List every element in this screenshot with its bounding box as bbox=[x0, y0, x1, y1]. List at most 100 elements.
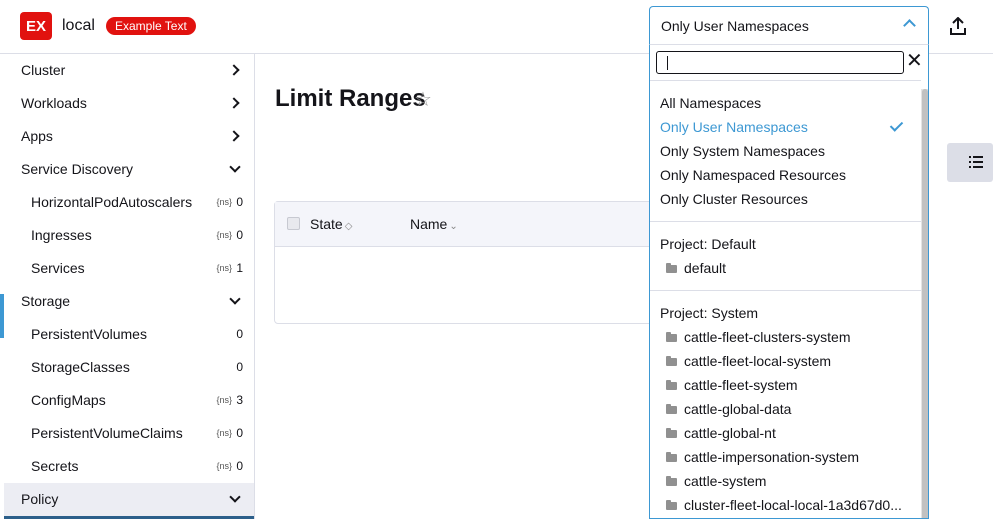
namespace-dropdown-menu: ✕ All Namespaces Only User Namespaces On… bbox=[649, 44, 929, 519]
namespaced-icon: {ns} bbox=[216, 197, 232, 207]
namespace-item[interactable]: cattle-fleet-clusters-system bbox=[666, 329, 850, 345]
nav-label: HorizontalPodAutoscalers bbox=[31, 194, 193, 210]
cluster-badge: Example Text bbox=[106, 17, 196, 35]
column-header-name[interactable]: Name ⌄ bbox=[410, 216, 458, 232]
dropdown-scrollbar[interactable] bbox=[921, 89, 928, 518]
namespace-item[interactable]: default bbox=[666, 260, 726, 276]
resource-count: 0 bbox=[236, 195, 243, 209]
resource-count: 0 bbox=[236, 228, 243, 242]
chevron-down-icon bbox=[229, 293, 241, 305]
list-view-button[interactable] bbox=[947, 143, 993, 182]
namespace-option-all[interactable]: All Namespaces bbox=[660, 95, 761, 111]
namespace-label: cluster-fleet-local-local-1a3d67d0... bbox=[684, 497, 902, 513]
namespace-item[interactable]: cattle-fleet-system bbox=[666, 377, 798, 393]
resource-count: 0 bbox=[236, 327, 243, 341]
nav-label: Policy bbox=[21, 491, 59, 507]
namespace-label: cattle-fleet-system bbox=[684, 377, 798, 393]
resource-count: 0 bbox=[236, 360, 243, 374]
namespace-filter-value: Only User Namespaces bbox=[661, 18, 809, 34]
side-navigation: Cluster Workloads Apps Service Discovery… bbox=[0, 54, 255, 519]
resource-count: 3 bbox=[236, 393, 243, 407]
star-icon[interactable]: ☆ bbox=[414, 87, 432, 112]
nav-label: Storage bbox=[21, 293, 71, 309]
text-cursor bbox=[667, 56, 668, 70]
scrollbar-thumb[interactable] bbox=[922, 89, 928, 518]
nav-label: Services bbox=[31, 260, 85, 276]
select-all-checkbox[interactable] bbox=[287, 217, 300, 230]
chevron-down-icon bbox=[229, 491, 241, 503]
upload-icon bbox=[950, 17, 966, 35]
namespace-label: cattle-fleet-clusters-system bbox=[684, 329, 851, 345]
namespace-label: cattle-global-data bbox=[684, 401, 792, 417]
nav-group-cluster[interactable]: Cluster bbox=[4, 54, 254, 87]
nav-item-services[interactable]: Services {ns} 1 bbox=[4, 252, 254, 285]
namespace-option-cluster[interactable]: Only Cluster Resources bbox=[660, 191, 808, 207]
nav-item-storageclasses[interactable]: StorageClasses 0 bbox=[4, 351, 254, 384]
namespace-item[interactable]: cattle-system bbox=[666, 473, 766, 489]
table-header: State ◇ Name ⌄ bbox=[275, 202, 653, 247]
folder-icon bbox=[666, 404, 677, 414]
namespaced-icon: {ns} bbox=[216, 395, 232, 405]
nav-item-configmaps[interactable]: ConfigMaps {ns} 3 bbox=[4, 384, 254, 417]
nav-label: Apps bbox=[21, 128, 53, 144]
chevron-right-icon bbox=[228, 130, 240, 142]
divider bbox=[650, 80, 921, 81]
namespaced-icon: {ns} bbox=[216, 230, 232, 240]
folder-icon bbox=[666, 263, 677, 273]
import-yaml-button[interactable] bbox=[946, 12, 970, 40]
namespace-item[interactable]: cattle-impersonation-system bbox=[666, 449, 859, 465]
nav-group-apps[interactable]: Apps bbox=[4, 120, 254, 153]
close-icon[interactable]: ✕ bbox=[906, 50, 923, 72]
resource-table: State ◇ Name ⌄ bbox=[274, 201, 654, 324]
resource-count: 0 bbox=[236, 459, 243, 473]
nav-item-persistentvolumeclaims[interactable]: PersistentVolumeClaims {ns} 0 bbox=[4, 417, 254, 450]
namespace-option-system[interactable]: Only System Namespaces bbox=[660, 143, 825, 159]
namespace-search-input[interactable] bbox=[656, 51, 904, 74]
chevron-down-icon bbox=[229, 161, 241, 173]
nav-label: Workloads bbox=[21, 95, 87, 111]
chevron-right-icon bbox=[228, 97, 240, 109]
sort-icon: ◇ bbox=[344, 221, 353, 232]
project-group-label[interactable]: Project: System bbox=[660, 305, 758, 321]
namespace-item[interactable]: cattle-fleet-local-system bbox=[666, 353, 831, 369]
column-header-state[interactable]: State ◇ bbox=[310, 216, 352, 232]
folder-icon bbox=[666, 476, 677, 486]
nav-group-service-discovery[interactable]: Service Discovery bbox=[4, 153, 254, 186]
nav-item-secrets[interactable]: Secrets {ns} 0 bbox=[4, 450, 254, 483]
page-title: Limit Ranges bbox=[275, 85, 426, 112]
nav-label: Service Discovery bbox=[21, 161, 134, 177]
folder-icon bbox=[666, 500, 677, 510]
nav-label: Cluster bbox=[21, 62, 66, 78]
cluster-name: local bbox=[62, 17, 95, 34]
project-group-label[interactable]: Project: Default bbox=[660, 236, 756, 252]
namespace-option-user[interactable]: Only User Namespaces bbox=[660, 119, 808, 135]
divider bbox=[650, 221, 921, 222]
nav-item-persistentvolumes[interactable]: PersistentVolumes 0 bbox=[4, 318, 254, 351]
folder-icon bbox=[666, 452, 677, 462]
nav-label: Ingresses bbox=[31, 227, 92, 243]
namespace-option-namespaced[interactable]: Only Namespaced Resources bbox=[660, 167, 846, 183]
nav-item-ingresses[interactable]: Ingresses {ns} 0 bbox=[4, 219, 254, 252]
namespace-label: cattle-impersonation-system bbox=[684, 449, 860, 465]
nav-label: PersistentVolumes bbox=[31, 326, 147, 342]
nav-group-storage[interactable]: Storage bbox=[4, 285, 254, 318]
folder-icon bbox=[666, 428, 677, 438]
namespace-item[interactable]: cattle-global-nt bbox=[666, 425, 776, 441]
namespace-label: cattle-system bbox=[684, 473, 767, 489]
cluster-logo[interactable]: EX bbox=[20, 12, 52, 40]
nav-label: ConfigMaps bbox=[31, 392, 106, 408]
namespace-item[interactable]: cluster-fleet-local-local-1a3d67d0... bbox=[666, 497, 902, 513]
nav-group-workloads[interactable]: Workloads bbox=[4, 87, 254, 120]
folder-icon bbox=[666, 356, 677, 366]
chevron-up-icon bbox=[903, 19, 916, 32]
nav-group-policy[interactable]: Policy bbox=[4, 483, 254, 516]
column-label: State bbox=[310, 216, 343, 232]
check-icon bbox=[889, 118, 904, 132]
namespace-label: default bbox=[684, 260, 727, 276]
namespace-filter-select[interactable]: Only User Namespaces bbox=[649, 6, 929, 44]
namespace-item[interactable]: cattle-global-data bbox=[666, 401, 791, 417]
nav-label: PersistentVolumeClaims bbox=[31, 425, 183, 441]
column-label: Name bbox=[410, 216, 448, 232]
resource-count: 1 bbox=[236, 261, 243, 275]
nav-item-horizontalpodautoscalers[interactable]: HorizontalPodAutoscalers {ns} 0 bbox=[4, 186, 254, 219]
